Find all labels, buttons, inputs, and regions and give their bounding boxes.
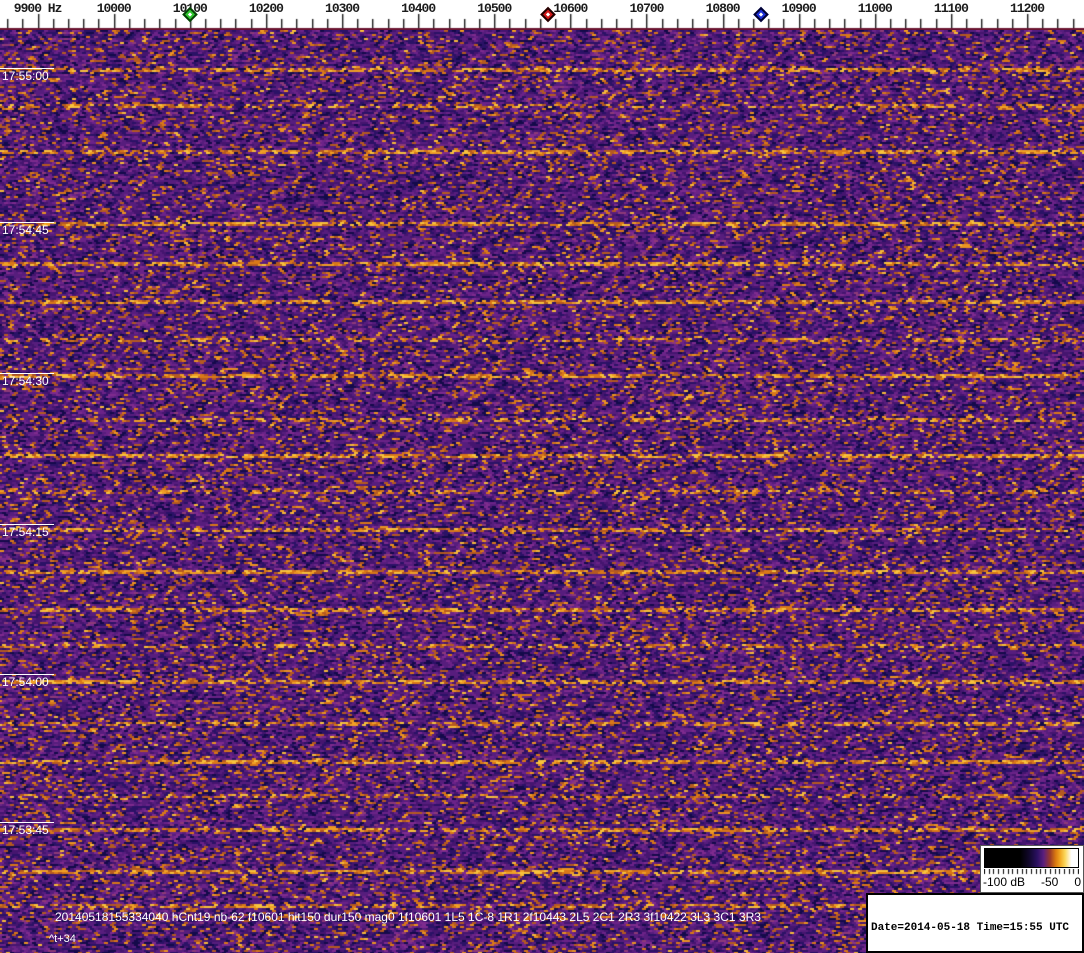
freq-label: 9900 Hz (13, 1, 63, 16)
freq-label: 10000 (96, 1, 132, 16)
detection-result-text: 20140518155334040 hCnt19 nb-62 f10601 hi… (55, 910, 761, 924)
time-label: 17:53:45 (2, 823, 49, 837)
amplitude-gradient-bar[interactable] (984, 848, 1079, 868)
time-label: 17:54:15 (2, 525, 49, 539)
freq-label: 10800 (705, 1, 741, 16)
freq-label: 11000 (857, 1, 893, 16)
amplitude-colorbar-labels: -100 dB -50 0 (983, 875, 1081, 889)
colorbar-label-min: -100 dB (983, 875, 1026, 889)
amplitude-colorbar-panel: -100 dB -50 0 (980, 845, 1084, 893)
time-label: 17:54:45 (2, 223, 49, 237)
freq-label: 10600 (553, 1, 588, 16)
colorbar-label-max: 0 (1074, 875, 1081, 889)
info-date-time: Date=2014-05-18 Time=15:55 UTC (871, 922, 1070, 934)
time-label: 17:54:00 (2, 675, 49, 689)
time-label: 17:54:30 (2, 374, 49, 388)
colorbar-label-mid: -50 (1041, 875, 1059, 889)
frequency-ruler[interactable]: 9900 Hz100001010010200103001040010500106… (0, 0, 1084, 30)
freq-label: 11200 (1010, 1, 1045, 16)
freq-label: 10700 (629, 1, 664, 16)
capture-info-box: Date=2014-05-18 Time=15:55 UTC Freq=143 … (866, 893, 1084, 953)
cursor-readout-text: ^t+34 (49, 933, 76, 945)
marker-green-center-dot (187, 12, 192, 17)
freq-label: 11100 (933, 1, 969, 16)
time-label: 17:55:00 (2, 69, 49, 83)
freq-label: 10500 (477, 1, 512, 16)
spectrogram-waterfall (0, 30, 1084, 953)
freq-label: 10200 (248, 1, 284, 16)
freq-label: 10900 (781, 1, 817, 16)
marker-red-center-dot (545, 12, 550, 17)
marker-blue-center-dot (758, 12, 763, 17)
freq-label: 10300 (325, 1, 360, 16)
meteor-echo-spectrogram-window: 9900 Hz100001010010200103001040010500106… (0, 0, 1084, 953)
freq-label: 10400 (401, 1, 436, 16)
